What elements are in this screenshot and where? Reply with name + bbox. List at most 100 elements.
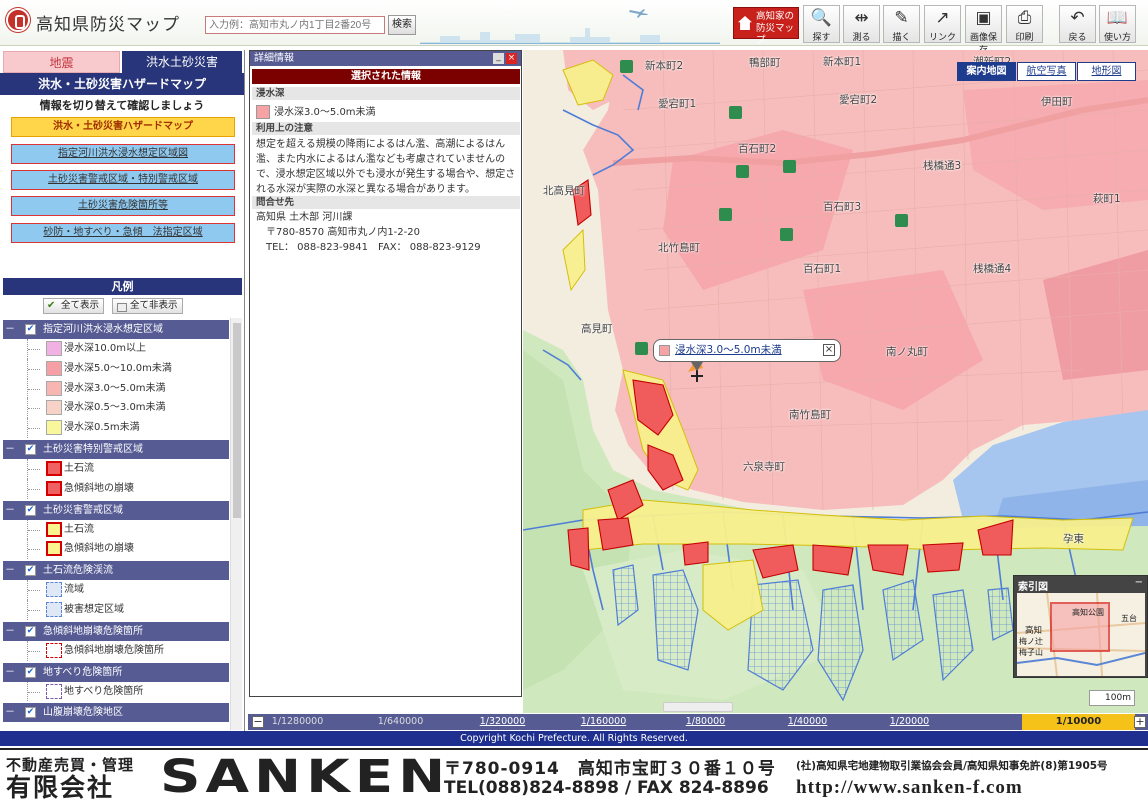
group-checkbox[interactable]: ✔	[25, 666, 36, 678]
kochi-prep-map-button[interactable]: 高知家の 防災マップ	[733, 7, 799, 46]
legend-group[interactable]: － ✔ 土砂災害特別警戒区域	[3, 439, 229, 459]
map-view[interactable]: 新本町2鴨部町新本町1潮新町2愛宕町1愛宕町2伊田町百石町2桟橋通3北高見町百石…	[523, 50, 1148, 713]
toolbar-image-save-button[interactable]: ▣画像保存	[965, 5, 1002, 56]
legend-item: 浸水深0.5m未満	[3, 418, 229, 438]
toolbar-pen-button[interactable]: ✎ 描く	[883, 5, 920, 43]
legend-swatch	[46, 400, 62, 416]
group-checkbox[interactable]: ✔	[25, 504, 36, 516]
overview-title: 索引図	[1018, 582, 1048, 593]
landslide-warning-area-button[interactable]: 土砂災害警戒区域・特別警戒区域	[11, 170, 235, 190]
legend-item-label: 土石流	[64, 462, 94, 474]
tab-aerial-photo[interactable]: 航空写真	[1017, 62, 1076, 81]
ad-brand-logo: SANKEN	[160, 750, 451, 802]
toolbar-ruler-button[interactable]: ⇹ 測る	[843, 5, 880, 43]
scale-option[interactable]: 1/40000	[765, 714, 850, 730]
contact-org: 高知県 土木部 河川課	[256, 212, 353, 223]
ad-url[interactable]: http://www.sanken-f.com	[796, 777, 1023, 799]
legend-group[interactable]: － ✔ 指定河川洪水浸水想定区域	[3, 320, 229, 339]
popup-close-icon[interactable]: ×	[823, 344, 835, 356]
scale-option[interactable]: 1/80000	[663, 714, 748, 730]
pen-icon: ✎	[894, 8, 909, 28]
collapse-toggle-icon[interactable]: －	[5, 622, 16, 641]
map-place-label: 南ノ丸町	[886, 346, 928, 358]
toolbar-label: 印刷	[1015, 33, 1034, 43]
overview-label: 梅ノ辻	[1019, 637, 1043, 646]
legend-group[interactable]: － ✔ 地すべり危険箇所	[3, 662, 229, 682]
tab-earthquake[interactable]: 地震	[3, 51, 120, 73]
landslide-danger-spots-button[interactable]: 土砂災害危険箇所等	[11, 196, 235, 216]
scrollbar-thumb[interactable]	[233, 323, 241, 518]
scale-option[interactable]: 1/320000	[460, 714, 545, 730]
hide-all-button[interactable]: 全て非表示	[112, 298, 183, 314]
legend-swatch	[46, 582, 62, 598]
legend-item: 急傾斜地の崩壊	[3, 539, 229, 560]
legend-item-label: 流域	[64, 584, 84, 596]
group-checkbox[interactable]: ✔	[25, 324, 36, 335]
legend-scrollbar[interactable]	[230, 318, 242, 730]
legend-item: 土石流	[3, 458, 229, 479]
map-info-popup[interactable]: 浸水深3.0～5.0m未満 ×	[653, 339, 841, 371]
toolbar-label: 測る	[852, 33, 871, 43]
toolbar-magnifier-button[interactable]: 🔍 探す	[803, 5, 840, 43]
overview-label: 高知	[1025, 626, 1043, 636]
detail-panel: 詳細情報 _ × 選択された情報 浸水深 浸水深3.0～5.0m未満 利用上の注…	[249, 50, 522, 697]
tree-line	[27, 519, 40, 540]
tree-line	[27, 398, 40, 419]
minimize-icon[interactable]: _	[493, 53, 504, 64]
river-flood-area-button[interactable]: 指定河川洪水浸水想定区域図	[11, 144, 235, 164]
group-checkbox[interactable]: ✔	[25, 625, 36, 637]
legend-group[interactable]: － ✔ 土石流危険渓流	[3, 561, 229, 581]
zoom-in-button[interactable]: +	[1134, 716, 1146, 728]
map-scale-indicator: 100m	[1089, 690, 1135, 706]
scale-option[interactable]: 1/20000	[867, 714, 952, 730]
legend-item: 浸水深5.0～10.0m未満	[3, 358, 229, 379]
map-place-label: 愛宕町1	[658, 98, 697, 110]
group-checkbox[interactable]: ✔	[25, 443, 36, 455]
scale-option[interactable]: 1/1280000	[255, 714, 340, 730]
collapse-toggle-icon[interactable]: －	[5, 501, 16, 520]
collapse-toggle-icon[interactable]: －	[5, 440, 16, 459]
house-icon	[738, 16, 752, 30]
hazard-map-button[interactable]: 洪水・土砂災害ハザードマップ	[11, 117, 235, 137]
tab-terrain-map[interactable]: 地形図	[1077, 62, 1136, 81]
contact-address: 〒780-8570 高知市丸ノ内1-2-20	[266, 227, 420, 238]
map-drag-handle[interactable]	[663, 702, 733, 712]
header-skyline-illustration	[420, 9, 720, 44]
ad-company-type: 有限会社	[6, 773, 115, 802]
collapse-toggle-icon[interactable]: －	[5, 320, 16, 339]
close-icon[interactable]: ×	[506, 53, 517, 64]
legend-swatch	[46, 460, 62, 476]
tree-line	[27, 681, 40, 702]
popup-link[interactable]: 浸水深3.0～5.0m未満	[675, 344, 782, 356]
collapse-toggle-icon[interactable]: －	[5, 703, 16, 722]
legend-group[interactable]: － ✔ 土砂災害警戒区域	[3, 500, 229, 520]
tab-flood-landslide[interactable]: 洪水土砂災害	[122, 51, 242, 73]
group-checkbox[interactable]: ✔	[25, 565, 36, 577]
toolbar-help-book-button[interactable]: 📖 使い方	[1099, 5, 1136, 43]
search-button[interactable]: 検索	[388, 15, 416, 35]
address-search-input[interactable]	[205, 16, 385, 34]
legend-item-label: 浸水深0.5m未満	[64, 422, 140, 434]
show-all-button[interactable]: 全て表示	[43, 298, 105, 314]
group-checkbox[interactable]: ✔	[25, 707, 36, 719]
legend-swatch	[46, 480, 62, 496]
legend-group[interactable]: － ✔ 急傾斜地崩壊危険箇所	[3, 621, 229, 641]
ad-business-type: 不動産売買・管理	[6, 756, 135, 774]
toolbar-link-arrow-button[interactable]: ↗ リンク	[924, 5, 961, 43]
scale-option[interactable]: 1/160000	[561, 714, 646, 730]
tab-guide-map[interactable]: 案内地図	[957, 62, 1016, 81]
erosion-control-area-button[interactable]: 砂防・地すべり・急傾 法指定区域	[11, 223, 235, 243]
depth-color-swatch	[256, 105, 270, 119]
collapse-toggle-icon[interactable]: －	[5, 561, 16, 580]
overview-map[interactable]: 高知公園 高知 梅ノ辻 梅子山 五台	[1017, 593, 1145, 676]
legend-group[interactable]: － ✔ 山腹崩壊危険地区	[3, 703, 229, 723]
overview-minimize-icon[interactable]: −	[1135, 577, 1143, 588]
toolbar-printer-button[interactable]: ⎙ 印刷	[1006, 5, 1043, 43]
depth-value: 浸水深3.0～5.0m未満	[274, 107, 376, 118]
map-place-label: 百石町1	[803, 263, 842, 275]
toolbar-undo-button[interactable]: ↶ 戻る	[1059, 5, 1096, 43]
tree-line	[27, 418, 40, 438]
scale-option[interactable]: 1/640000	[358, 714, 443, 730]
collapse-toggle-icon[interactable]: －	[5, 663, 16, 682]
legend-group-label: 土石流危険渓流	[43, 565, 113, 577]
